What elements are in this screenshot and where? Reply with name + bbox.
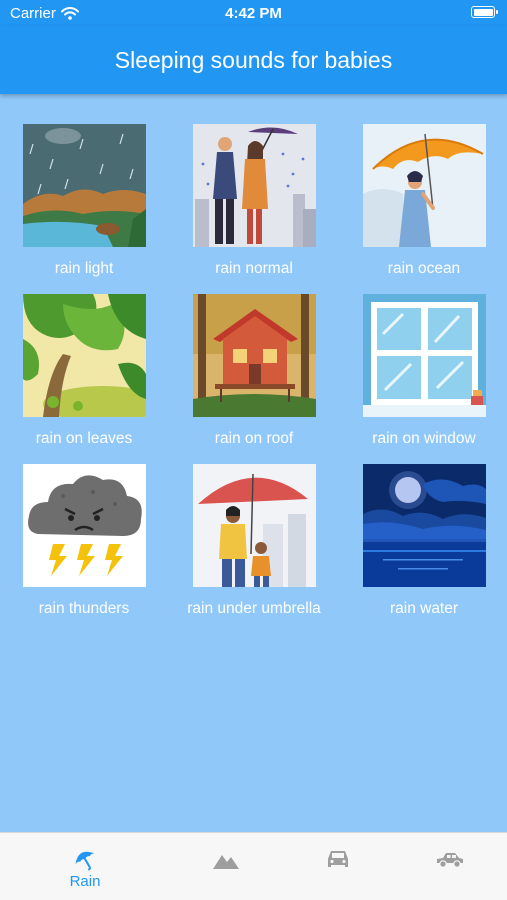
sound-tile-rain-under-umbrella[interactable]: rain under umbrella [169,464,339,618]
car-side-icon [437,853,463,868]
window-image [362,294,486,417]
rainy-river-landscape-image [22,124,146,247]
couple-under-umbrella-city-image [192,124,316,247]
sound-tile-label: rain normal [215,260,293,277]
sound-tile-rain-water[interactable]: rain water [339,464,507,618]
angry-thunder-cloud-image [22,464,146,587]
tab-label: Rain [69,873,101,890]
woman-with-orange-umbrella-image [362,124,486,247]
mountain-icon [213,855,239,869]
tab-rain[interactable]: Rain [29,833,141,900]
sound-tile-label: rain on leaves [35,430,133,447]
sound-tile-rain-on-roof[interactable]: rain on roof [169,294,339,448]
sound-tile-label: rain ocean [387,260,461,277]
clock: 4:42 PM [225,5,282,22]
page-title: Sleeping sounds for babies [114,46,393,73]
sound-tile-rain-on-leaves[interactable]: rain on leaves [0,294,169,448]
sound-tile-label: rain thunders [38,600,130,617]
sound-tile-rain-light[interactable]: rain light [0,124,169,278]
sound-tile-label: rain water [389,600,459,617]
tab-car-side[interactable] [394,833,506,900]
sound-tile-label: rain on roof [214,430,294,447]
sound-tile-label: rain on window [372,430,476,447]
app-bar: Sleeping sounds for babies [0,26,507,94]
mother-child-red-umbrella-image [192,464,316,587]
bottom-tab-bar: Rain [0,832,507,900]
red-wooden-house-image [192,294,316,417]
battery-icon [471,6,498,18]
sound-tile-label: rain light [54,260,114,277]
sound-tile-label: rain under umbrella [187,600,321,617]
status-bar: Carrier 4:42 PM [0,0,507,26]
moonlit-night-sea-image [362,464,486,587]
sound-tile-rain-normal[interactable]: rain normal [169,124,339,278]
car-icon [328,851,348,867]
sound-tile-rain-on-window[interactable]: rain on window [339,294,507,448]
sound-tile-rain-ocean[interactable]: rain ocean [339,124,507,278]
tab-car[interactable] [282,833,394,900]
umbrella-icon [75,851,95,871]
tropical-leaves-image [22,294,146,417]
tab-mountains[interactable] [170,833,282,900]
sound-tile-rain-thunders[interactable]: rain thunders [0,464,169,618]
